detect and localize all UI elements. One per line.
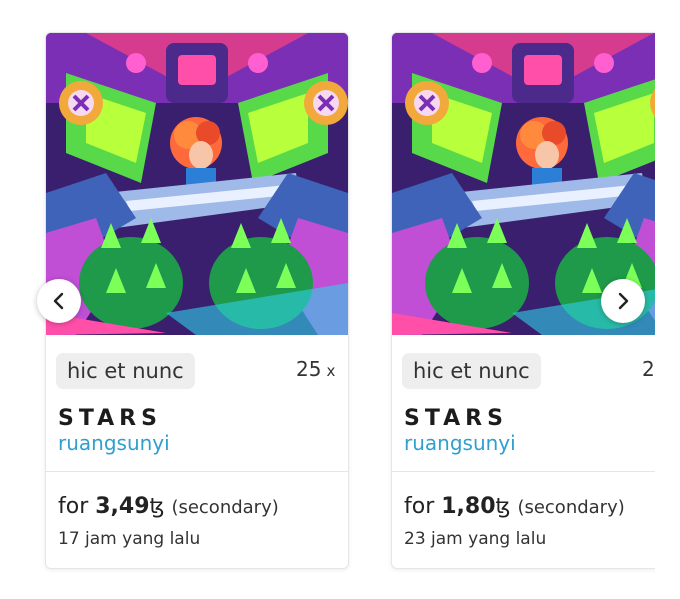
edition-count: 25 x	[296, 356, 335, 384]
carousel-next-button[interactable]	[601, 279, 645, 323]
platform-tag[interactable]: hic et nunc	[402, 353, 541, 389]
timestamp: 17 jam yang lalu	[58, 529, 201, 549]
artist-link[interactable]: ruangsunyi	[58, 430, 170, 456]
sale-type: (secondary)	[517, 497, 625, 518]
edition-number: 25	[296, 357, 322, 381]
price-line: for 1,80ꜩ (secondary)	[404, 491, 625, 523]
chevron-left-icon	[53, 292, 64, 310]
timestamp: 23 jam yang lalu	[404, 529, 547, 549]
sale-type: (secondary)	[171, 497, 279, 518]
edition-number: 2	[642, 357, 655, 381]
price-prefix: for	[58, 494, 89, 519]
price-line: for 3,49ꜩ (secondary)	[58, 491, 279, 523]
platform-tag[interactable]: hic et nunc	[56, 353, 195, 389]
edition-suffix: x	[326, 362, 336, 380]
chevron-right-icon	[618, 292, 629, 310]
tez-currency-icon: ꜩ	[149, 494, 165, 518]
artwork-image[interactable]	[46, 33, 348, 335]
carousel: hic et nunc 25 x STARS ruangsunyi for 3,4…	[0, 0, 655, 599]
token-title: STARS	[58, 406, 162, 431]
price-value: 3,49	[95, 494, 150, 519]
carousel-prev-button[interactable]	[37, 279, 81, 323]
token-title: STARS	[404, 406, 508, 431]
artist-link[interactable]: ruangsunyi	[404, 430, 516, 456]
card-divider	[46, 471, 348, 472]
card-divider	[392, 471, 655, 472]
edition-count: 2	[642, 356, 655, 384]
price-prefix: for	[404, 494, 435, 519]
tez-currency-icon: ꜩ	[495, 494, 511, 518]
price-value: 1,80	[441, 494, 496, 519]
nft-card[interactable]: hic et nunc 25 x STARS ruangsunyi for 3,4…	[45, 32, 349, 569]
